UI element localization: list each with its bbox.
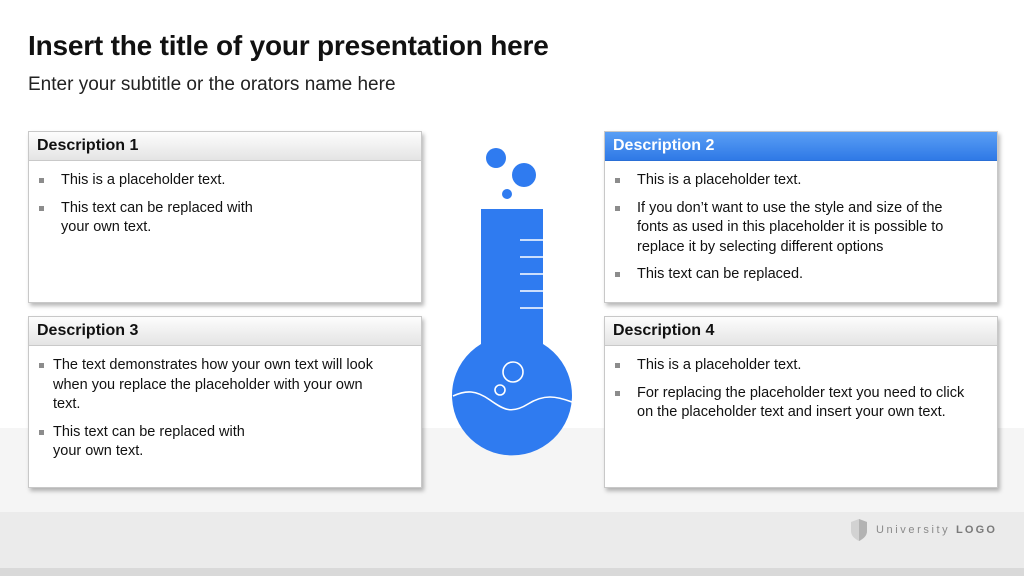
card-heading: Description 3 xyxy=(29,317,421,346)
square-bullet-icon xyxy=(615,205,620,211)
description-card-4[interactable]: Description 4 This is a placeholder text… xyxy=(604,316,998,488)
bubble-icon xyxy=(486,148,506,168)
square-bullet-icon xyxy=(615,363,620,368)
card-heading: Description 4 xyxy=(605,317,997,346)
bullet-list: This is a placeholder text. This text ca… xyxy=(29,161,421,238)
bullet-list: The text demonstrates how your own text … xyxy=(29,346,421,462)
list-item: If you don’t want to use the style and s… xyxy=(615,199,985,258)
bullet-list: This is a placeholder text. For replacin… xyxy=(605,346,997,423)
square-bullet-icon xyxy=(615,178,620,183)
description-card-2[interactable]: Description 2 This is a placeholder text… xyxy=(604,131,998,303)
square-bullet-icon xyxy=(39,205,44,211)
square-bullet-icon xyxy=(39,363,44,368)
list-item: This text can be replaced with your own … xyxy=(39,423,409,462)
list-item: The text demonstrates how your own text … xyxy=(39,356,409,415)
card-heading: Description 2 xyxy=(605,132,997,161)
card-heading: Description 1 xyxy=(29,132,421,161)
square-bullet-icon xyxy=(39,178,44,183)
list-item: For replacing the placeholder text you n… xyxy=(615,384,985,423)
footer-edge xyxy=(0,568,1024,576)
flask-body xyxy=(452,209,572,456)
description-card-1[interactable]: Description 1 This is a placeholder text… xyxy=(28,131,422,303)
logo-word: University xyxy=(876,524,951,536)
square-bullet-icon xyxy=(615,272,620,277)
list-item: This text can be replaced with your own … xyxy=(39,199,409,238)
logo-text: University LOGO xyxy=(876,524,997,536)
list-item: This text can be replaced. xyxy=(615,265,985,285)
list-item: This is a placeholder text. xyxy=(615,171,985,191)
list-item: This is a placeholder text. xyxy=(615,356,985,376)
square-bullet-icon xyxy=(615,390,620,396)
logo-mark: LOGO xyxy=(955,524,998,536)
flask-icon xyxy=(452,148,573,456)
bubble-icon xyxy=(512,163,536,187)
bullet-list: This is a placeholder text. If you don’t… xyxy=(605,161,997,285)
shield-icon xyxy=(851,519,867,541)
university-logo: University LOGO xyxy=(850,518,997,542)
slide-title[interactable]: Insert the title of your presentation he… xyxy=(28,30,549,62)
description-card-3[interactable]: Description 3 The text demonstrates how … xyxy=(28,316,422,488)
list-item: This is a placeholder text. xyxy=(39,171,409,191)
bubble-icon xyxy=(502,189,512,199)
square-bullet-icon xyxy=(39,429,44,435)
slide-subtitle[interactable]: Enter your subtitle or the orators name … xyxy=(28,74,396,96)
